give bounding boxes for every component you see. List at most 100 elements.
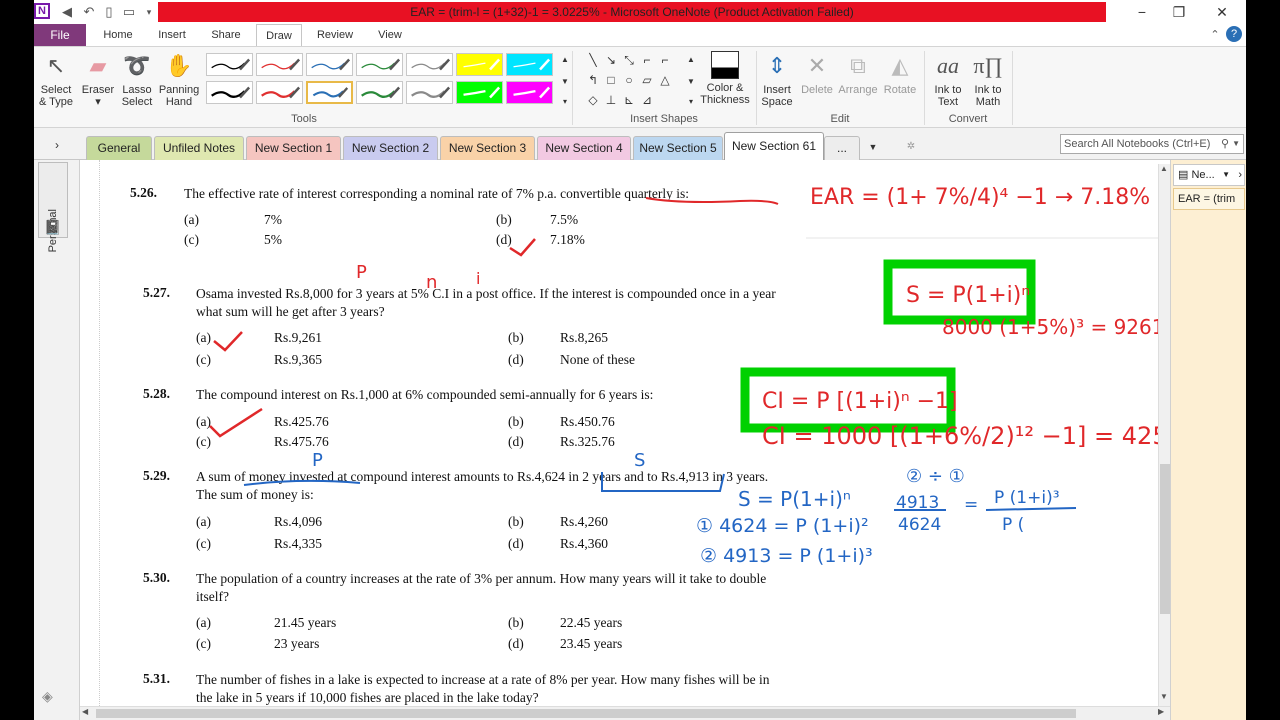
eraser-button[interactable]: ▰ Eraser ▾ [80, 51, 116, 108]
section-tab[interactable]: New Section 5 [633, 136, 723, 160]
tab-insert[interactable]: Insert [150, 24, 194, 46]
question-number: 5.26. [130, 185, 157, 200]
section-tab[interactable]: New Section 61 [724, 132, 824, 160]
pen-swatch[interactable] [256, 53, 303, 76]
panning-hand-button[interactable]: ✋ Panning Hand [158, 51, 200, 108]
panning-label: Panning [158, 84, 200, 96]
section-tab[interactable]: New Section 3 [440, 136, 535, 160]
section-tab[interactable]: New Section 1 [246, 136, 341, 160]
pen-swatch[interactable] [206, 81, 253, 104]
pen-swatch[interactable] [306, 81, 353, 104]
page-canvas[interactable]: 5.26. The effective rate of interest corr… [80, 160, 1158, 706]
pen-swatch[interactable] [406, 81, 453, 104]
scroll-thumb[interactable] [1160, 464, 1170, 614]
pen-swatch[interactable] [256, 81, 303, 104]
search-icon[interactable]: ⚲ [1221, 135, 1229, 153]
scroll-left-icon[interactable]: ◀ [82, 707, 88, 716]
vertical-scrollbar[interactable]: ▲ ▼ [1158, 164, 1170, 706]
scroll-right-icon[interactable]: ▶ [1158, 707, 1164, 716]
back-icon[interactable]: ◀ [58, 3, 76, 21]
shapes-up-icon[interactable]: ▲ [684, 53, 698, 67]
scroll-down-icon[interactable]: ▼ [1160, 692, 1168, 701]
section-tab[interactable]: Unfiled Notes [154, 136, 244, 160]
tab-share[interactable]: Share [204, 24, 248, 46]
parallelogram-shape-icon[interactable]: ▱ [640, 73, 654, 87]
pen-swatch[interactable] [206, 53, 253, 76]
section-tab[interactable]: New Section 4 [537, 136, 631, 160]
notebook-personal[interactable]: Personal 📓 [38, 162, 68, 252]
expand-navigation-icon[interactable]: › [50, 138, 64, 152]
rectangle-shape-icon[interactable]: □ [604, 73, 618, 87]
scroll-up-icon[interactable]: ▲ [1160, 164, 1168, 173]
axis3-shape-icon[interactable]: ↰ [586, 73, 600, 87]
search-dropdown-icon[interactable]: ▼ [1232, 135, 1240, 153]
file-tab[interactable]: File [34, 24, 86, 46]
select-type-button[interactable]: ↖ Select & Type [38, 51, 74, 108]
arrow-shape-icon[interactable]: ↘ [604, 53, 618, 67]
diamond-shape-icon[interactable]: ◇ [586, 93, 600, 107]
double-arrow-shape-icon[interactable]: ⤡ [622, 53, 636, 67]
page-tab-ear[interactable]: EAR = (trim [1173, 188, 1245, 210]
pen-swatch[interactable] [356, 81, 403, 104]
pen-gallery-down-icon[interactable]: ▼ [558, 75, 572, 89]
line-shape-icon[interactable]: ╲ [586, 53, 600, 67]
highlighter-swatch[interactable] [506, 53, 553, 76]
arrange-button[interactable]: ⧉ Arrange [836, 51, 880, 96]
undo-icon[interactable]: ↶ [80, 3, 98, 21]
highlighter-swatch[interactable] [456, 53, 503, 76]
delete-button[interactable]: ✕ Delete [798, 51, 836, 96]
axis2-shape-icon[interactable]: ⌐ [658, 53, 672, 67]
rotate-button[interactable]: ◭ Rotate [880, 51, 920, 96]
triangle-shape-icon[interactable]: △ [658, 73, 672, 87]
circle-shape-icon[interactable]: ○ [622, 73, 636, 87]
highlighter-swatch[interactable] [456, 81, 503, 104]
new-page-button[interactable]: ▤ Ne... ▼ › [1173, 164, 1245, 186]
draw-ribbon: ↖ Select & Type ▰ Eraser ▾ ➰ Lasso Selec… [34, 46, 1246, 128]
ink-to-text-button[interactable]: aa Ink to Text [928, 51, 968, 108]
tab-review[interactable]: Review [312, 24, 358, 46]
tab-home[interactable]: Home [96, 24, 140, 46]
customize-qat-icon[interactable]: ▾ [140, 3, 158, 21]
collapse-ribbon-icon[interactable]: ⌃ [1206, 26, 1224, 44]
shapes-more-icon[interactable]: ▾ [684, 95, 698, 109]
graph-shape-icon[interactable]: ⊥ [604, 93, 618, 107]
sections-dropdown-icon[interactable]: ▼ [866, 140, 880, 154]
full-page-view-icon[interactable]: ▭ [120, 3, 138, 21]
pen-gallery-up-icon[interactable]: ▲ [558, 53, 572, 67]
restore-icon[interactable]: ❐ [1164, 3, 1194, 21]
insert-space-button[interactable]: ⇕ Insert Space [758, 51, 796, 108]
tools-group-label: Tools [291, 113, 317, 125]
new-section-icon[interactable]: ✲ [904, 140, 918, 154]
tab-draw[interactable]: Draw [256, 24, 302, 46]
graph3-shape-icon[interactable]: ⊿ [640, 93, 654, 107]
minimize-icon[interactable]: − [1127, 3, 1157, 21]
color-thickness-button[interactable]: Color & Thickness [700, 51, 750, 106]
option-letter: (b) [508, 514, 524, 529]
new-page-dropdown-icon[interactable]: ▼ [1222, 165, 1230, 185]
section-tab[interactable]: ... [824, 136, 860, 160]
ink-to-math-button[interactable]: π∏ Ink to Math [968, 51, 1008, 108]
section-tab[interactable]: New Section 2 [343, 136, 438, 160]
tab-view[interactable]: View [368, 24, 412, 46]
pen-swatch[interactable] [356, 53, 403, 76]
quick-notes-icon[interactable]: ◈ [42, 688, 53, 705]
section-tab[interactable]: General [86, 136, 152, 160]
graph2-shape-icon[interactable]: ⊾ [622, 93, 636, 107]
help-icon[interactable]: ? [1226, 26, 1242, 42]
pen-swatch[interactable] [306, 53, 353, 76]
close-icon[interactable]: ✕ [1207, 3, 1237, 21]
pen-swatch[interactable] [406, 53, 453, 76]
pen-gallery-more-icon[interactable]: ▾ [558, 95, 572, 109]
horizontal-scrollbar[interactable]: ◀ ▶ [80, 706, 1170, 720]
question-text: The population of a country increases at… [196, 571, 767, 586]
shapes-down-icon[interactable]: ▼ [684, 75, 698, 89]
dock-icon[interactable]: ▯ [100, 3, 118, 21]
axis-shape-icon[interactable]: ⌐ [640, 53, 654, 67]
lasso-select-button[interactable]: ➰ Lasso Select [120, 51, 154, 108]
hscroll-thumb[interactable] [96, 709, 1076, 718]
collapse-pages-icon[interactable]: › [1238, 165, 1242, 185]
ink-to-math-label: Ink to [974, 84, 1002, 96]
ink-ci-formula: CI = P [(1+i)ⁿ −1] [762, 389, 958, 414]
highlighter-swatch[interactable] [506, 81, 553, 104]
search-box[interactable]: Search All Notebooks (Ctrl+E) ⚲ ▼ [1060, 134, 1244, 154]
